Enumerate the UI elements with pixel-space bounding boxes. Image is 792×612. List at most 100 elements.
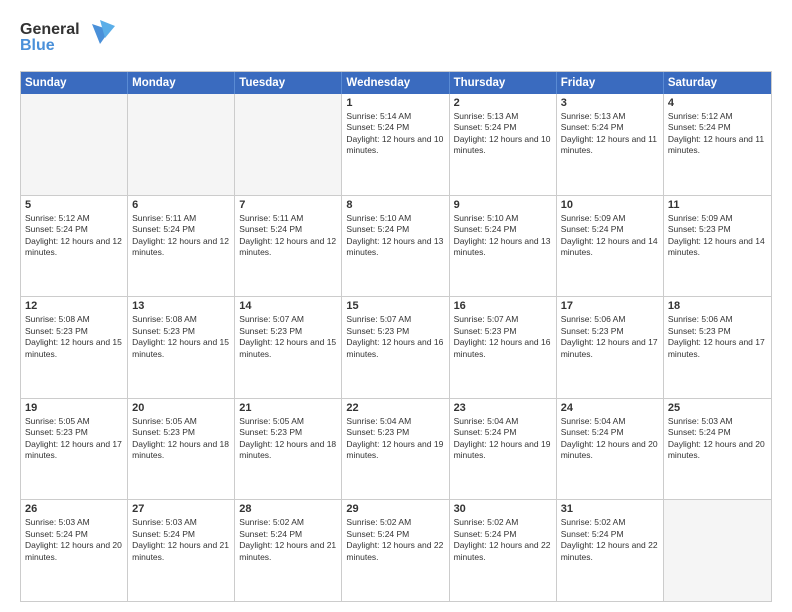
header-cell-tuesday: Tuesday [235,72,342,94]
day-number: 29 [346,503,444,515]
cell-info: Sunrise: 5:07 AMSunset: 5:23 PMDaylight:… [454,314,552,360]
cal-cell: 7 Sunrise: 5:11 AMSunset: 5:24 PMDaylight… [235,196,342,297]
day-number: 15 [346,300,444,312]
day-number: 16 [454,300,552,312]
day-number: 28 [239,503,337,515]
day-number: 18 [668,300,767,312]
day-number: 1 [346,97,444,109]
day-number: 27 [132,503,230,515]
cal-cell: 18 Sunrise: 5:06 AMSunset: 5:23 PMDayligh… [664,297,771,398]
cell-info: Sunrise: 5:11 AMSunset: 5:24 PMDaylight:… [239,213,337,259]
day-number: 25 [668,402,767,414]
cell-info: Sunrise: 5:10 AMSunset: 5:24 PMDaylight:… [346,213,444,259]
day-number: 7 [239,199,337,211]
cell-info: Sunrise: 5:09 AMSunset: 5:23 PMDaylight:… [668,213,767,259]
cal-cell: 5 Sunrise: 5:12 AMSunset: 5:24 PMDaylight… [21,196,128,297]
svg-text:General: General [20,21,80,38]
header-cell-monday: Monday [128,72,235,94]
cal-cell: 8Sunrise: 5:10 AMSunset: 5:24 PMDaylight… [342,196,449,297]
cal-cell: 30 Sunrise: 5:02 AMSunset: 5:24 PMDayligh… [450,500,557,601]
header-cell-saturday: Saturday [664,72,771,94]
calendar-row-1: 1 Sunrise: 5:14 AMSunset: 5:24 PMDaylight… [21,94,771,195]
day-number: 11 [668,199,767,211]
day-number: 23 [454,402,552,414]
cal-cell: 2 Sunrise: 5:13 AMSunset: 5:24 PMDaylight… [450,94,557,195]
cal-cell [664,500,771,601]
day-number: 4 [668,97,767,109]
cell-info: Sunrise: 5:08 AMSunset: 5:23 PMDaylight:… [132,314,230,360]
cal-cell: 12Sunrise: 5:08 AMSunset: 5:23 PMDayligh… [21,297,128,398]
cal-cell [128,94,235,195]
cell-info: Sunrise: 5:12 AMSunset: 5:24 PMDaylight:… [668,111,767,157]
day-number: 13 [132,300,230,312]
day-number: 2 [454,97,552,109]
cal-cell: 26Sunrise: 5:03 AMSunset: 5:24 PMDayligh… [21,500,128,601]
cell-info: Sunrise: 5:02 AMSunset: 5:24 PMDaylight:… [561,517,659,563]
day-number: 20 [132,402,230,414]
cal-cell: 28 Sunrise: 5:02 AMSunset: 5:24 PMDayligh… [235,500,342,601]
cal-cell: 9Sunrise: 5:10 AMSunset: 5:24 PMDaylight… [450,196,557,297]
day-number: 5 [25,199,123,211]
page: General Blue SundayMondayTuesdayWednesda… [0,0,792,612]
logo-content: General Blue [20,16,115,63]
cell-info: Sunrise: 5:09 AMSunset: 5:24 PMDaylight:… [561,213,659,259]
day-number: 19 [25,402,123,414]
cell-info: Sunrise: 5:13 AMSunset: 5:24 PMDaylight:… [561,111,659,157]
cell-info: Sunrise: 5:05 AMSunset: 5:23 PMDaylight:… [132,416,230,462]
header-cell-thursday: Thursday [450,72,557,94]
cal-cell: 20 Sunrise: 5:05 AMSunset: 5:23 PMDayligh… [128,399,235,500]
calendar-row-3: 12Sunrise: 5:08 AMSunset: 5:23 PMDayligh… [21,296,771,398]
cal-cell: 31Sunrise: 5:02 AMSunset: 5:24 PMDayligh… [557,500,664,601]
header-cell-friday: Friday [557,72,664,94]
cell-info: Sunrise: 5:12 AMSunset: 5:24 PMDaylight:… [25,213,123,259]
cal-cell: 14Sunrise: 5:07 AMSunset: 5:23 PMDayligh… [235,297,342,398]
cell-info: Sunrise: 5:02 AMSunset: 5:24 PMDaylight:… [454,517,552,563]
logo-svg: General Blue [20,16,115,58]
calendar-body: 1 Sunrise: 5:14 AMSunset: 5:24 PMDaylight… [21,94,771,601]
day-number: 22 [346,402,444,414]
cell-info: Sunrise: 5:14 AMSunset: 5:24 PMDaylight:… [346,111,444,157]
cell-info: Sunrise: 5:03 AMSunset: 5:24 PMDaylight:… [25,517,123,563]
cell-info: Sunrise: 5:06 AMSunset: 5:23 PMDaylight:… [668,314,767,360]
calendar-row-5: 26Sunrise: 5:03 AMSunset: 5:24 PMDayligh… [21,499,771,601]
header-cell-wednesday: Wednesday [342,72,449,94]
cal-cell: 27 Sunrise: 5:03 AMSunset: 5:24 PMDayligh… [128,500,235,601]
cal-cell: 17 Sunrise: 5:06 AMSunset: 5:23 PMDayligh… [557,297,664,398]
cell-info: Sunrise: 5:11 AMSunset: 5:24 PMDaylight:… [132,213,230,259]
svg-text:Blue: Blue [20,37,55,54]
cell-info: Sunrise: 5:04 AMSunset: 5:24 PMDaylight:… [561,416,659,462]
cal-cell: 19 Sunrise: 5:05 AMSunset: 5:23 PMDayligh… [21,399,128,500]
cal-cell: 15 Sunrise: 5:07 AMSunset: 5:23 PMDayligh… [342,297,449,398]
header: General Blue [20,16,772,63]
calendar: SundayMondayTuesdayWednesdayThursdayFrid… [20,71,772,602]
cell-info: Sunrise: 5:03 AMSunset: 5:24 PMDaylight:… [668,416,767,462]
day-number: 14 [239,300,337,312]
cal-cell: 10 Sunrise: 5:09 AMSunset: 5:24 PMDayligh… [557,196,664,297]
cell-info: Sunrise: 5:06 AMSunset: 5:23 PMDaylight:… [561,314,659,360]
cell-info: Sunrise: 5:05 AMSunset: 5:23 PMDaylight:… [239,416,337,462]
cal-cell: 21 Sunrise: 5:05 AMSunset: 5:23 PMDayligh… [235,399,342,500]
day-number: 17 [561,300,659,312]
cell-info: Sunrise: 5:13 AMSunset: 5:24 PMDaylight:… [454,111,552,157]
cal-cell: 16 Sunrise: 5:07 AMSunset: 5:23 PMDayligh… [450,297,557,398]
cal-cell [21,94,128,195]
cell-info: Sunrise: 5:05 AMSunset: 5:23 PMDaylight:… [25,416,123,462]
cal-cell: 24 Sunrise: 5:04 AMSunset: 5:24 PMDayligh… [557,399,664,500]
day-number: 24 [561,402,659,414]
day-number: 10 [561,199,659,211]
day-number: 21 [239,402,337,414]
day-number: 3 [561,97,659,109]
cal-cell: 4 Sunrise: 5:12 AMSunset: 5:24 PMDaylight… [664,94,771,195]
day-number: 30 [454,503,552,515]
cell-info: Sunrise: 5:03 AMSunset: 5:24 PMDaylight:… [132,517,230,563]
cal-cell: 11 Sunrise: 5:09 AMSunset: 5:23 PMDayligh… [664,196,771,297]
cell-info: Sunrise: 5:08 AMSunset: 5:23 PMDaylight:… [25,314,123,360]
header-cell-sunday: Sunday [21,72,128,94]
cal-cell: 1 Sunrise: 5:14 AMSunset: 5:24 PMDaylight… [342,94,449,195]
cal-cell [235,94,342,195]
cell-info: Sunrise: 5:02 AMSunset: 5:24 PMDaylight:… [239,517,337,563]
cell-info: Sunrise: 5:07 AMSunset: 5:23 PMDaylight:… [346,314,444,360]
cal-cell: 29Sunrise: 5:02 AMSunset: 5:24 PMDayligh… [342,500,449,601]
logo: General Blue [20,16,115,63]
cell-info: Sunrise: 5:10 AMSunset: 5:24 PMDaylight:… [454,213,552,259]
